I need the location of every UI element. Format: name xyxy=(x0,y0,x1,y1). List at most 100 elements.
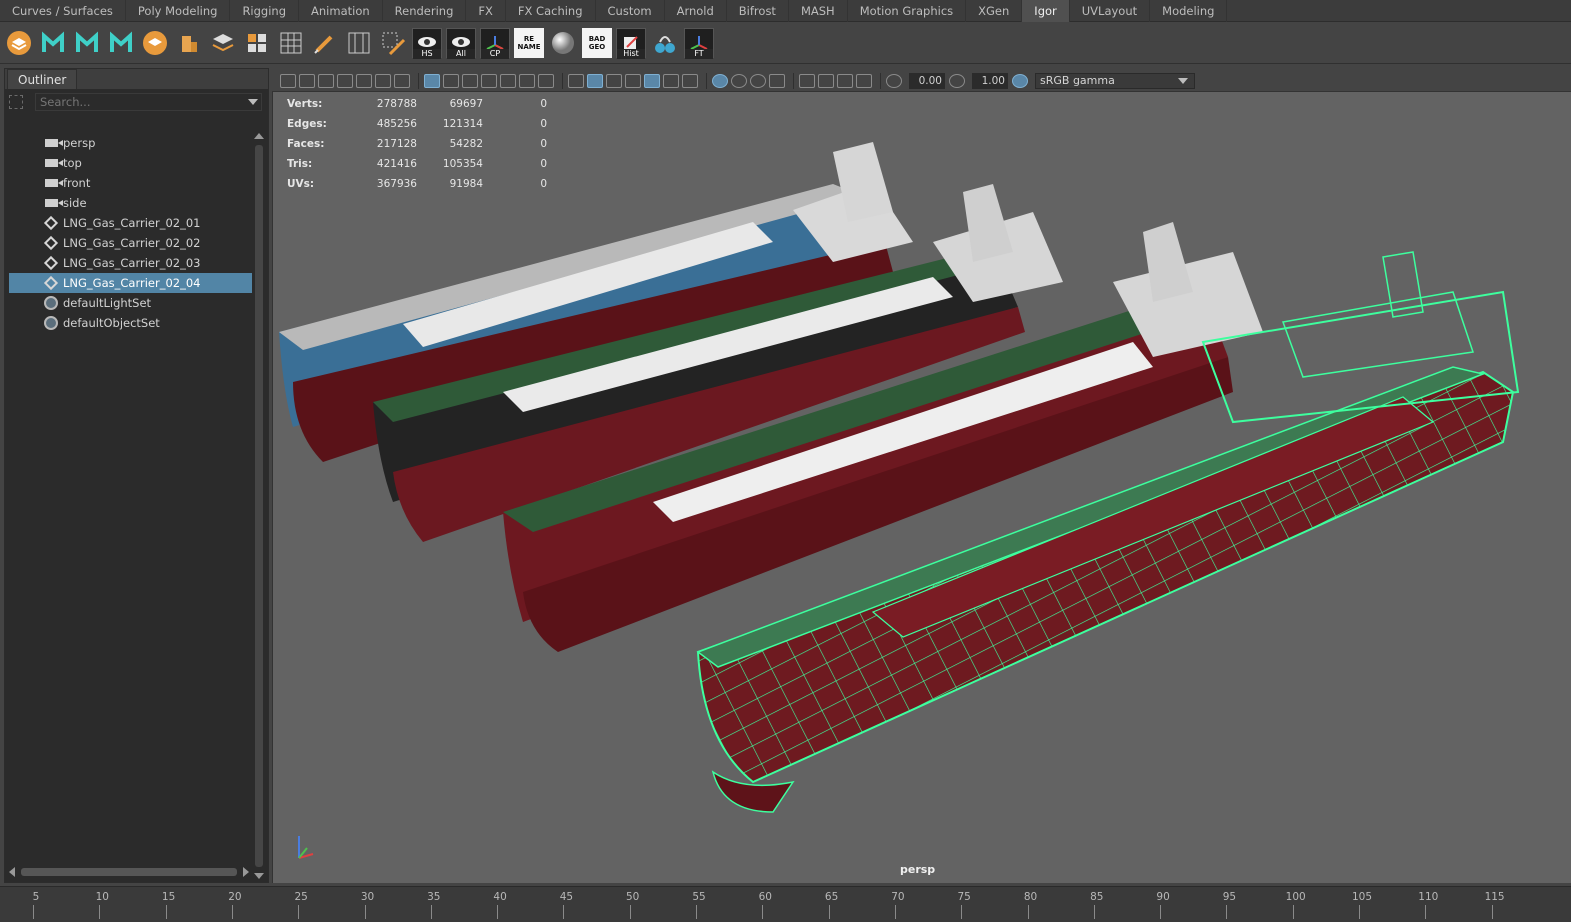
outliner-item-persp[interactable]: persp xyxy=(9,133,252,153)
outliner-vertical-scrollbar[interactable] xyxy=(254,133,264,879)
outliner-item-default-object-set[interactable]: defaultObjectSet xyxy=(9,313,252,333)
cut-icon[interactable] xyxy=(378,28,408,58)
exposure-field[interactable]: 0.00 xyxy=(909,72,945,89)
motion-blur-icon[interactable] xyxy=(818,73,834,88)
uv-grid-icon[interactable] xyxy=(344,28,374,58)
outliner-search-input[interactable] xyxy=(35,93,262,111)
textured-icon[interactable] xyxy=(644,73,660,88)
layers-orange-icon[interactable] xyxy=(4,28,34,58)
layers-orange-icon-2[interactable] xyxy=(140,28,170,58)
outliner-tab[interactable]: Outliner xyxy=(7,69,78,89)
lock-camera-icon[interactable] xyxy=(299,73,315,88)
shadows-icon[interactable] xyxy=(682,73,698,88)
wireframe-icon[interactable] xyxy=(568,73,584,88)
anti-aliasing-icon[interactable] xyxy=(837,73,853,88)
shelf-tab-uvlayout[interactable]: UVLayout xyxy=(1070,0,1151,22)
color-management-icon[interactable] xyxy=(1012,73,1028,88)
sphere-shader-icon[interactable] xyxy=(548,28,578,58)
outliner-item-carrier-03[interactable]: LNG_Gas_Carrier_02_03 xyxy=(9,253,252,273)
cp-button[interactable]: CP xyxy=(480,27,510,59)
outliner-item-top[interactable]: top xyxy=(9,153,252,173)
shelf-tab-animation[interactable]: Animation xyxy=(299,0,383,22)
shelf-tab-arnold[interactable]: Arnold xyxy=(665,0,727,22)
xray-components-icon[interactable] xyxy=(750,73,766,88)
isolate-select-icon[interactable] xyxy=(799,73,815,88)
shelf-tab-poly-modeling[interactable]: Poly Modeling xyxy=(126,0,231,22)
grid-icon[interactable] xyxy=(276,28,306,58)
search-dropdown-icon[interactable] xyxy=(248,99,258,105)
bookmark-icon[interactable] xyxy=(337,73,353,88)
rename-button[interactable]: RE NAME xyxy=(514,27,544,58)
camera-attributes-icon[interactable] xyxy=(318,73,334,88)
gamma-field[interactable]: 1.00 xyxy=(972,72,1008,89)
shelf-tab-bifrost[interactable]: Bifrost xyxy=(727,0,789,22)
use-lights-icon[interactable] xyxy=(663,73,679,88)
exposure-icon[interactable] xyxy=(886,73,902,88)
scroll-left-icon[interactable] xyxy=(9,867,15,877)
shelf-icon-bar: HS All CP RE NAME BAD GEO Hist FT xyxy=(0,22,1571,64)
ambient-occlusion-icon[interactable] xyxy=(769,73,785,88)
gamma-icon[interactable] xyxy=(949,73,965,88)
resolution-gate-icon[interactable] xyxy=(462,73,478,88)
safe-title-icon[interactable] xyxy=(538,73,554,88)
default-material-icon[interactable] xyxy=(606,73,622,88)
hist-button[interactable]: Hist xyxy=(616,27,646,59)
outliner-item-carrier-04[interactable]: LNG_Gas_Carrier_02_04 xyxy=(9,273,252,293)
shelf-tab-rendering[interactable]: Rendering xyxy=(383,0,467,22)
shelf-tab-fx[interactable]: FX xyxy=(466,0,506,22)
xray-icon[interactable] xyxy=(712,73,728,88)
select-camera-icon[interactable] xyxy=(280,73,296,88)
shelf-tab-custom[interactable]: Custom xyxy=(596,0,665,22)
grease-pencil-icon[interactable] xyxy=(394,73,410,88)
uv-squares-icon[interactable] xyxy=(242,28,272,58)
shelf-tab-mash[interactable]: MASH xyxy=(789,0,848,22)
shelf-tab-fx-caching[interactable]: FX Caching xyxy=(506,0,596,22)
smooth-shade-icon[interactable] xyxy=(587,73,603,88)
maya-logo-icon-2[interactable] xyxy=(72,28,102,58)
maya-logo-icon-3[interactable] xyxy=(106,28,136,58)
film-gate-icon[interactable] xyxy=(443,73,459,88)
shelf-tab-rigging[interactable]: Rigging xyxy=(230,0,300,22)
scroll-track[interactable] xyxy=(255,145,263,867)
scroll-track[interactable] xyxy=(21,868,237,876)
shelf-tab-xgen[interactable]: XGen xyxy=(966,0,1023,22)
merge-icon[interactable] xyxy=(650,28,680,58)
grid-toggle-icon[interactable] xyxy=(424,73,440,88)
safe-action-icon[interactable] xyxy=(519,73,535,88)
scroll-right-icon[interactable] xyxy=(243,867,249,877)
shelf-tab-motion-graphics[interactable]: Motion Graphics xyxy=(848,0,967,22)
outliner-item-front[interactable]: front xyxy=(9,173,252,193)
field-chart-icon[interactable] xyxy=(500,73,516,88)
outliner-item-label: persp xyxy=(63,136,96,150)
timeline-tick xyxy=(1292,905,1294,919)
wireframe-on-shaded-icon[interactable] xyxy=(625,73,641,88)
outliner-item-side[interactable]: side xyxy=(9,193,252,213)
shelf-tab-modeling[interactable]: Modeling xyxy=(1150,0,1228,22)
depth-of-field-icon[interactable] xyxy=(856,73,872,88)
2d-pan-icon[interactable] xyxy=(375,73,391,88)
shelf-tab-curves-surfaces[interactable]: Curves / Surfaces xyxy=(0,0,126,22)
image-plane-icon[interactable] xyxy=(356,73,372,88)
filter-icon[interactable] xyxy=(9,95,23,109)
pencil-icon[interactable] xyxy=(310,28,340,58)
bad-geo-button[interactable]: BAD GEO xyxy=(582,27,612,58)
scroll-down-icon[interactable] xyxy=(254,873,264,879)
scroll-up-icon[interactable] xyxy=(254,133,264,139)
gate-mask-icon[interactable] xyxy=(481,73,497,88)
maya-logo-icon[interactable] xyxy=(38,28,68,58)
outliner-item-carrier-01[interactable]: LNG_Gas_Carrier_02_01 xyxy=(9,213,252,233)
outliner-horizontal-scrollbar[interactable] xyxy=(9,866,249,878)
viewport-3d[interactable]: Verts: 278788 69697 0 Edges: 485256 121314 0 F… xyxy=(272,92,1571,883)
pivot-icon[interactable] xyxy=(174,28,204,58)
stack-icon[interactable] xyxy=(208,28,238,58)
outliner-item-carrier-02[interactable]: LNG_Gas_Carrier_02_02 xyxy=(9,233,252,253)
ft-button[interactable]: FT xyxy=(684,27,714,59)
xray-joints-icon[interactable] xyxy=(731,73,747,88)
ship-scene[interactable] xyxy=(273,92,1571,883)
shelf-tab-igor[interactable]: Igor xyxy=(1022,0,1070,22)
time-slider[interactable]: 5 10 15 20 25 30 35 40 45 50 55 60 65 70 75 80 85 90 95 100… xyxy=(0,886,1571,922)
outliner-item-default-light-set[interactable]: defaultLightSet xyxy=(9,293,252,313)
all-button[interactable]: All xyxy=(446,27,476,59)
view-transform-select[interactable]: sRGB gamma xyxy=(1035,72,1195,89)
hs-button[interactable]: HS xyxy=(412,27,442,59)
